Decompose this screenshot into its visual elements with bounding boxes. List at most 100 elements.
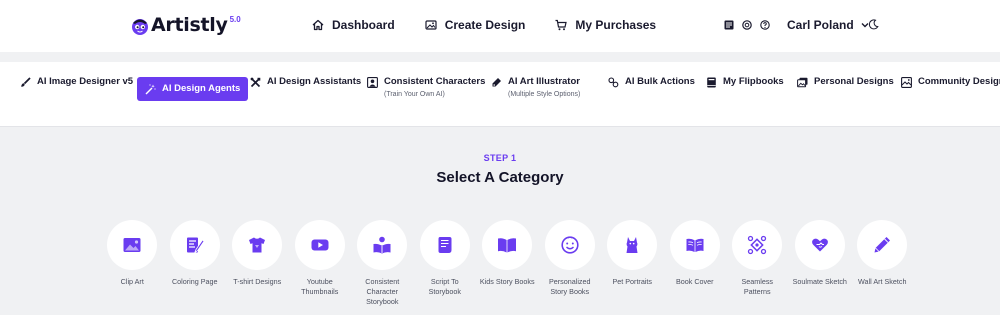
brand-logo[interactable]: Artistly 5.0	[130, 14, 241, 36]
tab-ai-bulk-actions[interactable]: AI Bulk Actions	[608, 76, 695, 88]
tab-ai-art-illustrator[interactable]: AI Art Illustrator (Multiple Style Optio…	[491, 76, 580, 98]
tshirt-icon	[249, 237, 266, 253]
category-book-cover[interactable]: Book Cover	[664, 220, 727, 307]
category-seamless-patterns[interactable]: Seamless Patterns	[726, 220, 789, 307]
cat-icon	[626, 237, 638, 253]
newspaper-icon[interactable]	[724, 20, 734, 30]
tool-tab-bar: AI Image Designer v5 AI Design Agents AI…	[0, 62, 1000, 127]
open-book-icon	[498, 238, 517, 253]
category-circle	[357, 220, 408, 270]
moon-icon[interactable]	[868, 19, 879, 30]
category-circle	[169, 220, 220, 270]
category-label: Kids Story Books	[479, 277, 535, 286]
image-icon	[425, 20, 437, 30]
category-label: Seamless Patterns	[741, 277, 774, 296]
magic-wand-icon	[145, 84, 156, 95]
logo-mascot-icon	[132, 19, 148, 35]
nav-dashboard[interactable]: Dashboard	[312, 18, 395, 32]
category-circle	[857, 220, 908, 270]
tab-label: Community Designs	[918, 76, 1000, 87]
category-soulmate-sketch[interactable]: Soulmate Sketch	[789, 220, 852, 307]
category-circle	[607, 220, 658, 270]
category-script-to-storybook[interactable]: Script To Storybook	[414, 220, 477, 307]
portrait-icon	[367, 77, 378, 88]
gallery-icon	[901, 77, 912, 88]
category-circle	[232, 220, 283, 270]
tab-label: My Flipbooks	[723, 76, 784, 87]
scroll-icon	[438, 237, 452, 253]
category-consistent-character-storybook[interactable]: Consistent Character Storybook	[351, 220, 414, 307]
tools-icon	[250, 77, 261, 88]
images-icon	[797, 77, 808, 88]
brand-version: 5.0	[229, 15, 241, 24]
category-circle	[732, 220, 783, 270]
tab-label: AI Design Agents	[162, 83, 241, 94]
category-circle	[294, 220, 345, 270]
heart-hand-icon	[811, 238, 828, 252]
picture-icon	[123, 238, 141, 252]
category-wall-art-sketch[interactable]: Wall Art Sketch	[851, 220, 914, 307]
category-circle	[107, 220, 158, 270]
category-circle	[419, 220, 470, 270]
tab-label: Consistent Characters	[384, 76, 486, 87]
step-title: Select A Category	[436, 169, 564, 186]
smiley-icon	[561, 236, 579, 254]
category-list: Clip Art Coloring Page T-shirt Designs Y…	[101, 220, 914, 307]
palette-icon	[492, 78, 501, 87]
category-label: Wall Art Sketch	[858, 277, 907, 286]
reader-icon	[373, 236, 391, 254]
tab-ai-design-agents[interactable]: AI Design Agents	[137, 77, 249, 101]
youtube-icon	[311, 239, 329, 251]
top-header: Artistly 5.0 Dashboard Create Design My …	[0, 0, 1000, 52]
category-label: Book Cover	[675, 277, 714, 286]
cart-icon	[555, 19, 568, 31]
category-personalized-story-books[interactable]: Personalized Story Books	[539, 220, 602, 307]
tab-label: AI Image Designer v5	[37, 76, 134, 87]
coloring-icon	[186, 237, 205, 254]
step-label: STEP 1	[483, 153, 517, 163]
tab-ai-image-designer[interactable]: AI Image Designer v5	[20, 76, 133, 88]
tab-community-designs[interactable]: Community Designs	[901, 76, 1000, 88]
category-clip-art[interactable]: Clip Art	[101, 220, 164, 307]
main-nav: Dashboard Create Design My Purchases	[312, 18, 686, 32]
tab-sublabel: (Train Your Own AI)	[384, 91, 445, 98]
tab-ai-design-assistants[interactable]: AI Design Assistants	[250, 76, 361, 88]
book-icon	[707, 77, 716, 88]
help-icon[interactable]	[760, 20, 770, 30]
brush-icon	[21, 77, 31, 87]
brand-name: Artistly	[151, 14, 228, 36]
pencil-icon	[874, 237, 891, 253]
header-tools	[724, 20, 778, 30]
user-name: Carl Poland	[787, 18, 854, 32]
tab-sublabel: (Multiple Style Options)	[508, 91, 581, 98]
category-tshirt-designs[interactable]: T-shirt Designs	[226, 220, 289, 307]
category-circle	[669, 220, 720, 270]
category-label: Coloring Page	[171, 277, 218, 286]
category-label: Personalized Story Books	[548, 277, 591, 296]
tab-personal-designs[interactable]: Personal Designs	[797, 76, 894, 88]
home-icon	[312, 19, 324, 31]
tab-label: AI Design Assistants	[267, 76, 362, 87]
category-label: Consistent Character Storybook	[365, 277, 400, 306]
category-label: T-shirt Designs	[233, 277, 282, 286]
tab-consistent-characters[interactable]: Consistent Characters (Train Your Own AI…	[367, 76, 485, 98]
user-menu[interactable]: Carl Poland	[787, 18, 869, 32]
nav-label: Dashboard	[332, 18, 395, 32]
category-label: Pet Portraits	[612, 277, 653, 286]
support-icon[interactable]	[742, 20, 752, 30]
nav-my-purchases[interactable]: My Purchases	[555, 18, 656, 32]
tab-label: AI Art Illustrator	[508, 76, 580, 87]
pattern-icon	[748, 235, 767, 255]
tab-label: Personal Designs	[814, 76, 894, 87]
tab-my-flipbooks[interactable]: My Flipbooks	[706, 76, 784, 88]
category-pet-portraits[interactable]: Pet Portraits	[601, 220, 664, 307]
book-cover-icon	[686, 238, 704, 252]
category-youtube-thumbnails[interactable]: Youtube Thumbnails	[289, 220, 352, 307]
category-label: Script To Storybook	[428, 277, 461, 296]
bulk-icon	[608, 77, 619, 88]
category-coloring-page[interactable]: Coloring Page	[164, 220, 227, 307]
nav-create-design[interactable]: Create Design	[425, 18, 525, 32]
category-kids-story-books[interactable]: Kids Story Books	[476, 220, 539, 307]
category-label: Soulmate Sketch	[792, 277, 847, 286]
nav-label: My Purchases	[575, 18, 657, 32]
